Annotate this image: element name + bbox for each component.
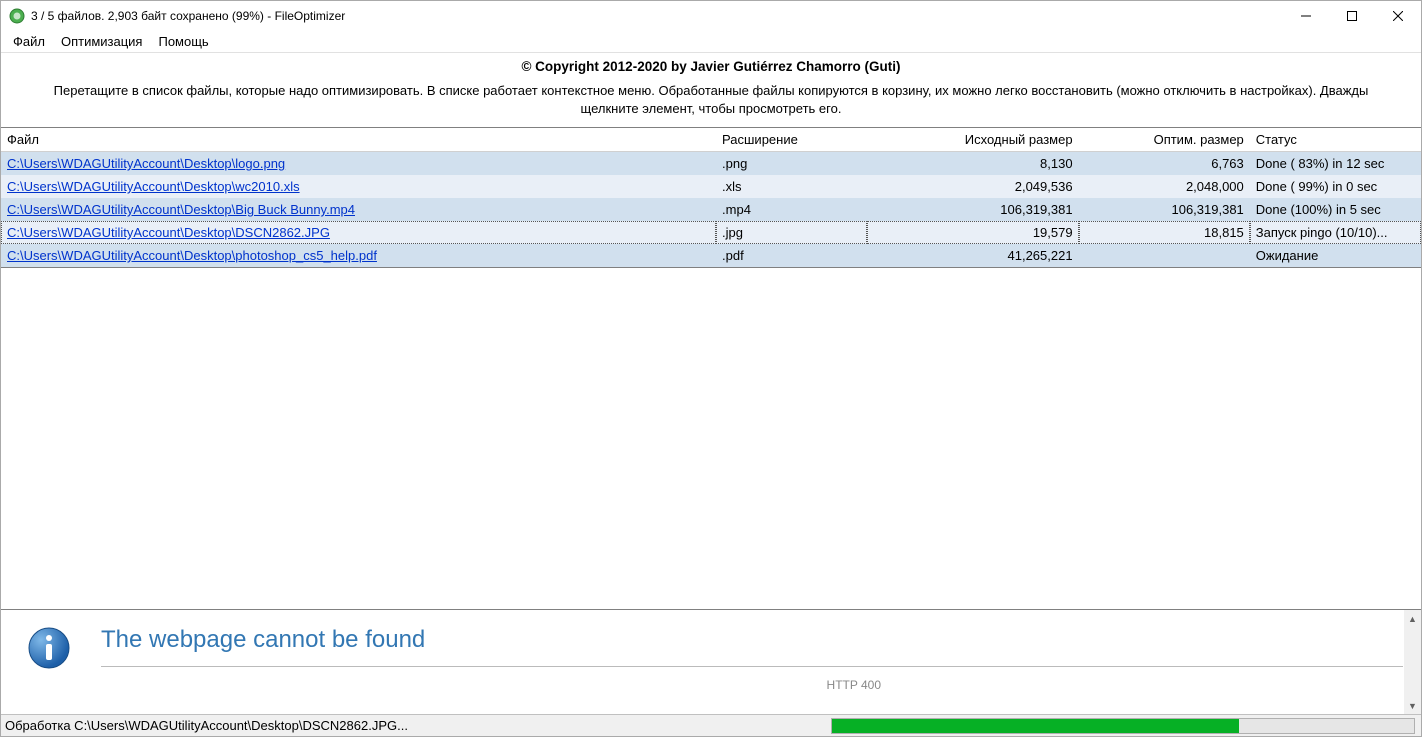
menubar: Файл Оптимизация Помощь	[1, 31, 1421, 53]
maximize-button[interactable]	[1329, 1, 1375, 31]
cell-opt: 18,815	[1079, 221, 1250, 244]
cell-ext: .mp4	[716, 198, 867, 221]
file-table[interactable]: Файл Расширение Исходный размер Оптим. р…	[1, 128, 1421, 267]
col-opt[interactable]: Оптим. размер	[1079, 128, 1250, 152]
col-orig[interactable]: Исходный размер	[867, 128, 1078, 152]
titlebar: 3 / 5 файлов. 2,903 байт сохранено (99%)…	[1, 1, 1421, 31]
table-row[interactable]: C:\Users\WDAGUtilityAccount\Desktop\phot…	[1, 244, 1421, 267]
app-icon	[9, 8, 25, 24]
cell-ext: .pdf	[716, 244, 867, 267]
cell-file[interactable]: C:\Users\WDAGUtilityAccount\Desktop\wc20…	[1, 175, 716, 198]
table-row[interactable]: C:\Users\WDAGUtilityAccount\Desktop\Big …	[1, 198, 1421, 221]
file-link[interactable]: C:\Users\WDAGUtilityAccount\Desktop\logo…	[7, 156, 285, 171]
scroll-up-icon[interactable]: ▲	[1404, 610, 1421, 627]
cell-orig: 8,130	[867, 152, 1078, 176]
web-divider	[101, 666, 1403, 667]
cell-orig: 41,265,221	[867, 244, 1078, 267]
cell-ext: .jpg	[716, 221, 867, 244]
menu-help[interactable]: Помощь	[150, 32, 216, 51]
copyright-text: © Copyright 2012-2020 by Javier Gutiérre…	[1, 53, 1421, 76]
cell-file[interactable]: C:\Users\WDAGUtilityAccount\Desktop\Big …	[1, 198, 716, 221]
cell-status: Done (100%) in 5 sec	[1250, 198, 1421, 221]
cell-file[interactable]: C:\Users\WDAGUtilityAccount\Desktop\DSCN…	[1, 221, 716, 244]
statusbar: Обработка C:\Users\WDAGUtilityAccount\De…	[1, 714, 1421, 736]
table-empty-area	[1, 268, 1421, 609]
col-file[interactable]: Файл	[1, 128, 716, 152]
cell-status: Ожидание	[1250, 244, 1421, 267]
progress-bar	[831, 718, 1415, 734]
menu-optimize[interactable]: Оптимизация	[53, 32, 151, 51]
cell-orig: 19,579	[867, 221, 1078, 244]
scroll-down-icon[interactable]: ▼	[1404, 697, 1421, 714]
cell-opt: 6,763	[1079, 152, 1250, 176]
cell-ext: .xls	[716, 175, 867, 198]
col-status[interactable]: Статус	[1250, 128, 1421, 152]
cell-opt	[1079, 244, 1250, 267]
cell-ext: .png	[716, 152, 867, 176]
web-error-title: The webpage cannot be found	[101, 626, 1403, 654]
table-row[interactable]: C:\Users\WDAGUtilityAccount\Desktop\logo…	[1, 152, 1421, 176]
file-link[interactable]: C:\Users\WDAGUtilityAccount\Desktop\phot…	[7, 248, 377, 263]
instructions-text: Перетащите в список файлы, которые надо …	[1, 76, 1421, 127]
app-window: 3 / 5 файлов. 2,903 байт сохранено (99%)…	[0, 0, 1422, 737]
close-button[interactable]	[1375, 1, 1421, 31]
cell-opt: 106,319,381	[1079, 198, 1250, 221]
file-link[interactable]: C:\Users\WDAGUtilityAccount\Desktop\Big …	[7, 202, 355, 217]
cell-status: Запуск pingo (10/10)...	[1250, 221, 1421, 244]
cell-orig: 106,319,381	[867, 198, 1078, 221]
table-row[interactable]: C:\Users\WDAGUtilityAccount\Desktop\wc20…	[1, 175, 1421, 198]
web-panel: The webpage cannot be found HTTP 400 ▲ ▼	[1, 609, 1421, 714]
cell-opt: 2,048,000	[1079, 175, 1250, 198]
status-text: Обработка C:\Users\WDAGUtilityAccount\De…	[1, 718, 825, 733]
web-scrollbar[interactable]: ▲ ▼	[1404, 610, 1421, 714]
info-icon	[27, 626, 71, 670]
cell-file[interactable]: C:\Users\WDAGUtilityAccount\Desktop\phot…	[1, 244, 716, 267]
window-title: 3 / 5 файлов. 2,903 байт сохранено (99%)…	[31, 9, 1283, 23]
cell-file[interactable]: C:\Users\WDAGUtilityAccount\Desktop\logo…	[1, 152, 716, 176]
menu-file[interactable]: Файл	[5, 32, 53, 51]
progress-fill	[832, 719, 1240, 733]
table-header-row: Файл Расширение Исходный размер Оптим. р…	[1, 128, 1421, 152]
file-link[interactable]: C:\Users\WDAGUtilityAccount\Desktop\DSCN…	[7, 225, 330, 240]
table-row[interactable]: C:\Users\WDAGUtilityAccount\Desktop\DSCN…	[1, 221, 1421, 244]
web-error-code: HTTP 400	[827, 678, 881, 692]
cell-status: Done ( 99%) in 0 sec	[1250, 175, 1421, 198]
cell-status: Done ( 83%) in 12 sec	[1250, 152, 1421, 176]
cell-orig: 2,049,536	[867, 175, 1078, 198]
col-ext[interactable]: Расширение	[716, 128, 867, 152]
minimize-button[interactable]	[1283, 1, 1329, 31]
file-link[interactable]: C:\Users\WDAGUtilityAccount\Desktop\wc20…	[7, 179, 300, 194]
file-table-wrap: Файл Расширение Исходный размер Оптим. р…	[1, 127, 1421, 268]
